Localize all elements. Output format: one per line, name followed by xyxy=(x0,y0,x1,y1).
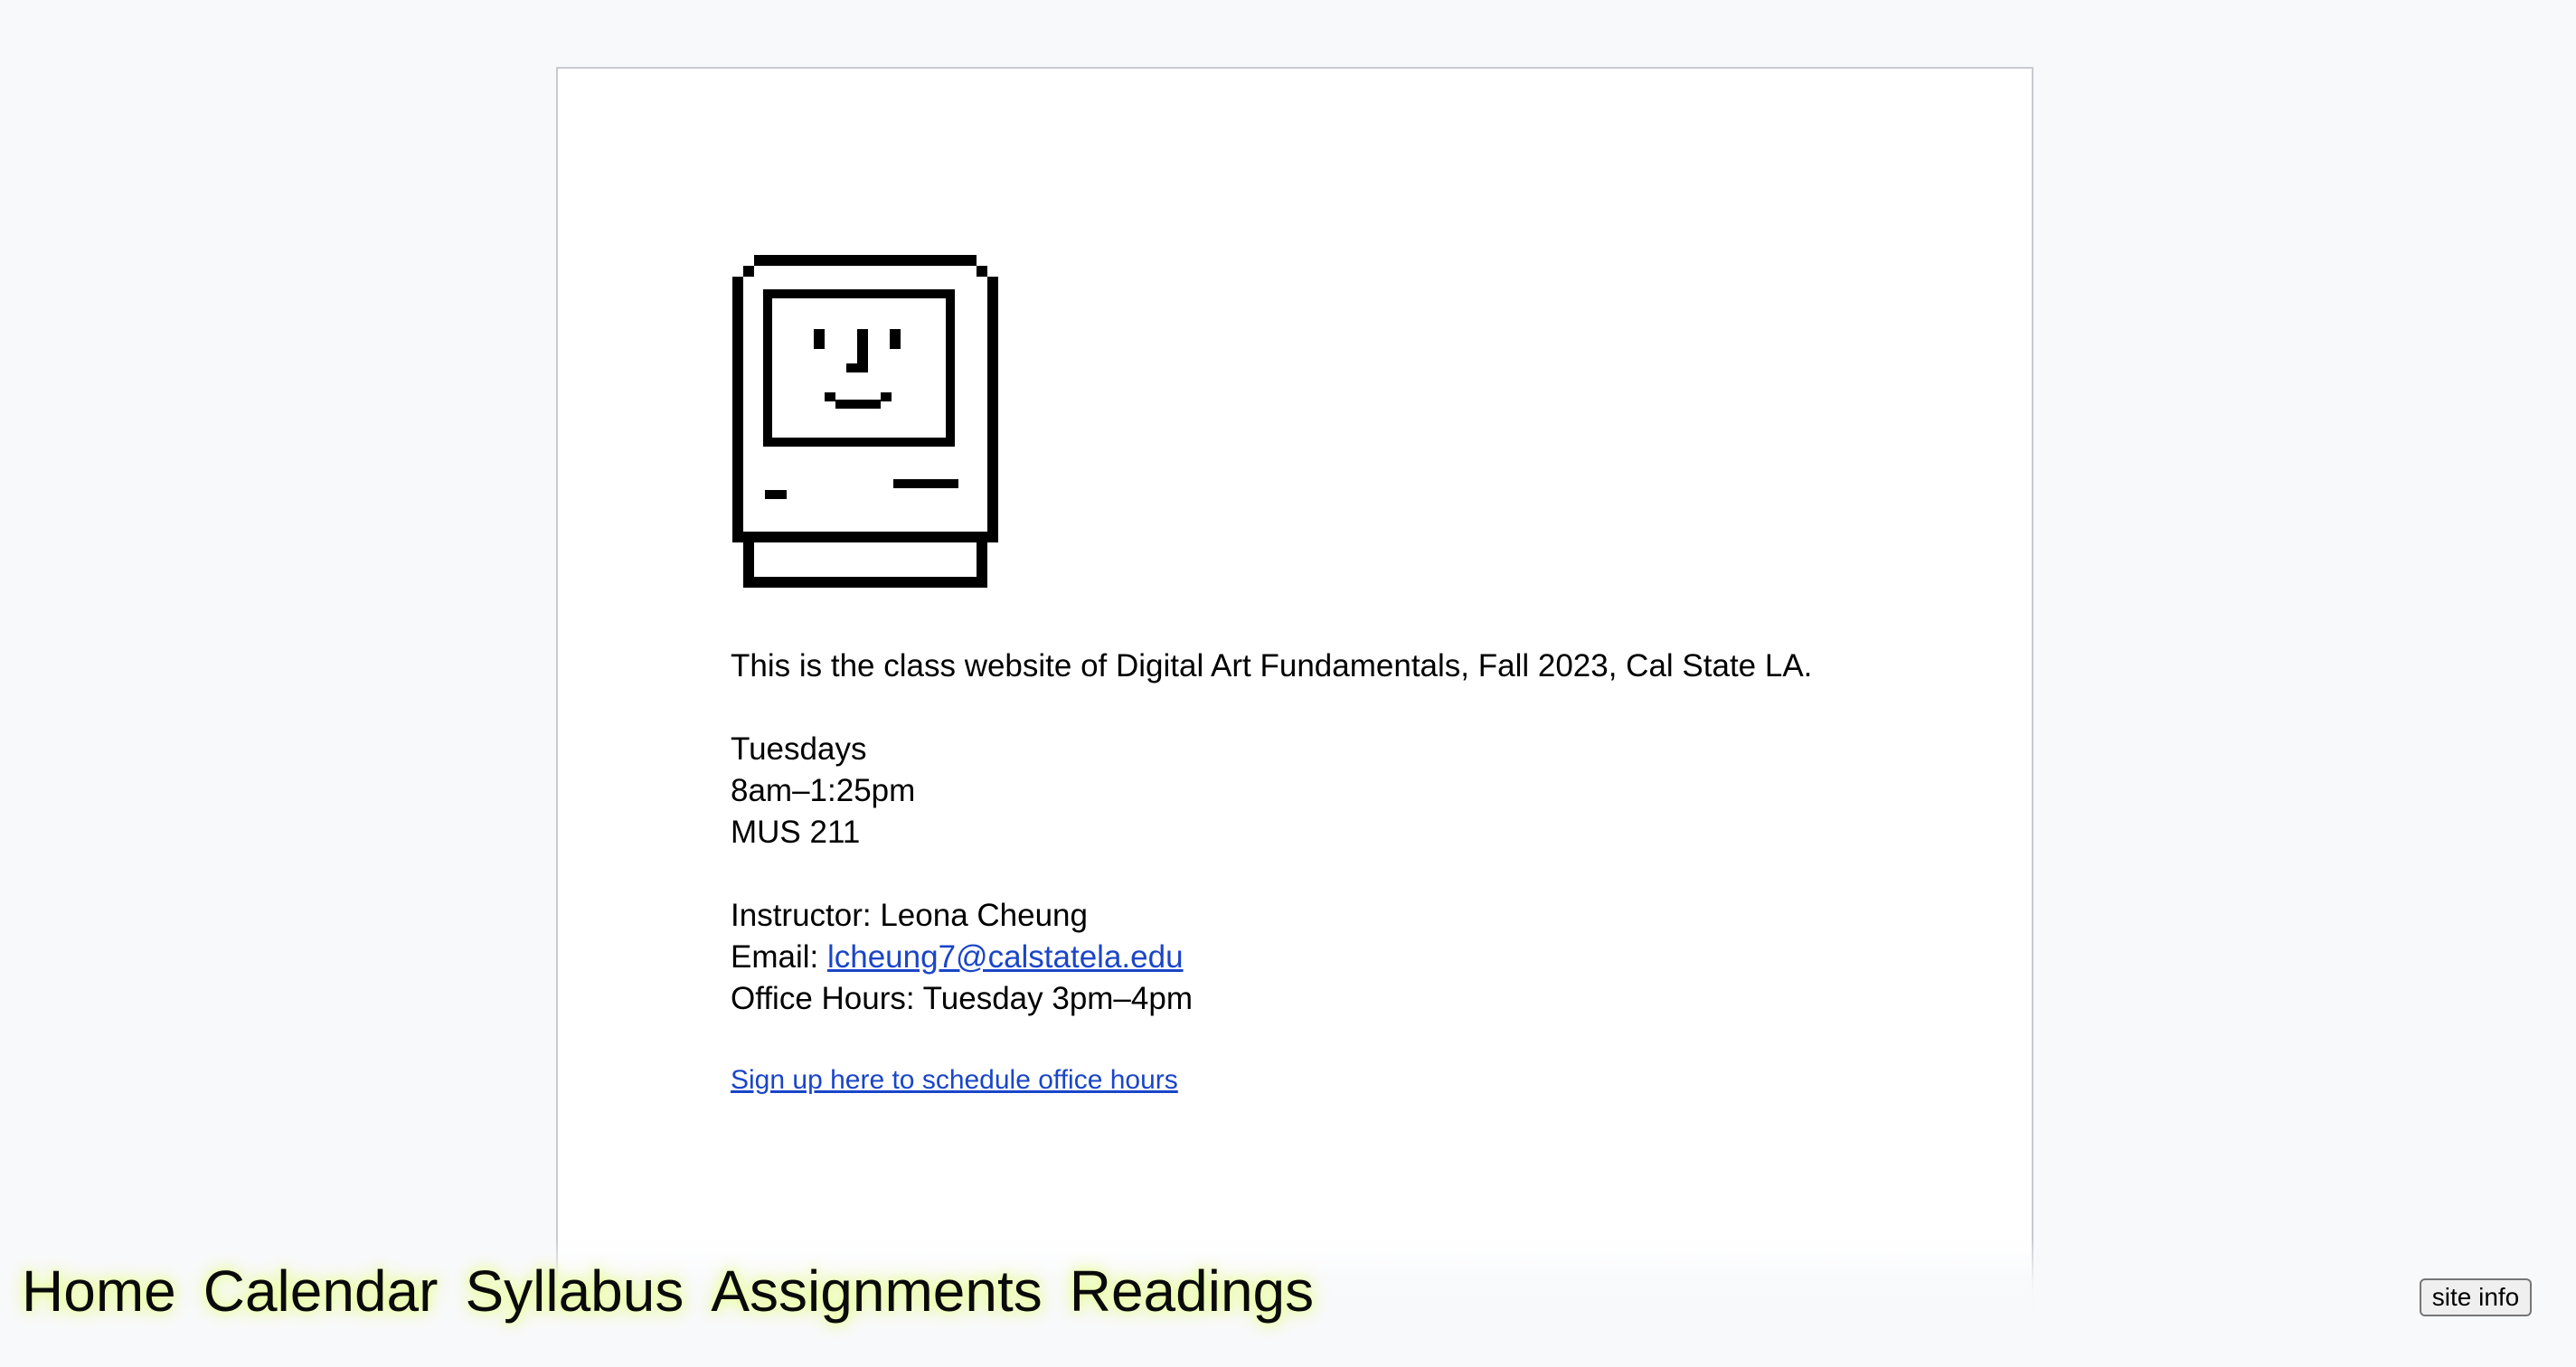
nav-home[interactable]: Home xyxy=(22,1255,176,1327)
nav-readings[interactable]: Readings xyxy=(1070,1255,1314,1327)
instructor-block: Instructor: Leona Cheung Email: lcheung7… xyxy=(731,895,1906,1020)
intro-line: This is the class website of Digital Art… xyxy=(731,648,1813,684)
office-hours: Office Hours: Tuesday 3pm–4pm xyxy=(731,981,1193,1016)
email-label: Email: xyxy=(731,939,827,975)
main-content: This is the class website of Digital Art… xyxy=(731,244,1906,1098)
site-info-button[interactable]: site info xyxy=(2420,1278,2532,1316)
nav-syllabus[interactable]: Syllabus xyxy=(465,1255,684,1327)
intro-text: This is the class website of Digital Art… xyxy=(731,646,1906,687)
schedule-time: 8am–1:25pm xyxy=(731,773,916,808)
office-hours-signup-link[interactable]: Sign up here to schedule office hours xyxy=(731,1065,1178,1095)
happy-mac-icon xyxy=(731,244,1002,588)
instructor-name: Instructor: Leona Cheung xyxy=(731,898,1088,933)
nav-assignments[interactable]: Assignments xyxy=(711,1255,1042,1327)
schedule-day: Tuesdays xyxy=(731,731,867,767)
schedule-room: MUS 211 xyxy=(731,815,861,850)
main-nav: Home Calendar Syllabus Assignments Readi… xyxy=(22,1255,1314,1327)
signup-block: Sign up here to schedule office hours xyxy=(731,1063,1906,1098)
email-link[interactable]: lcheung7@calstatela.edu xyxy=(827,939,1184,975)
schedule-block: Tuesdays 8am–1:25pm MUS 211 xyxy=(731,729,1906,853)
nav-calendar[interactable]: Calendar xyxy=(203,1255,439,1327)
email-line: Email: lcheung7@calstatela.edu xyxy=(731,937,1906,978)
